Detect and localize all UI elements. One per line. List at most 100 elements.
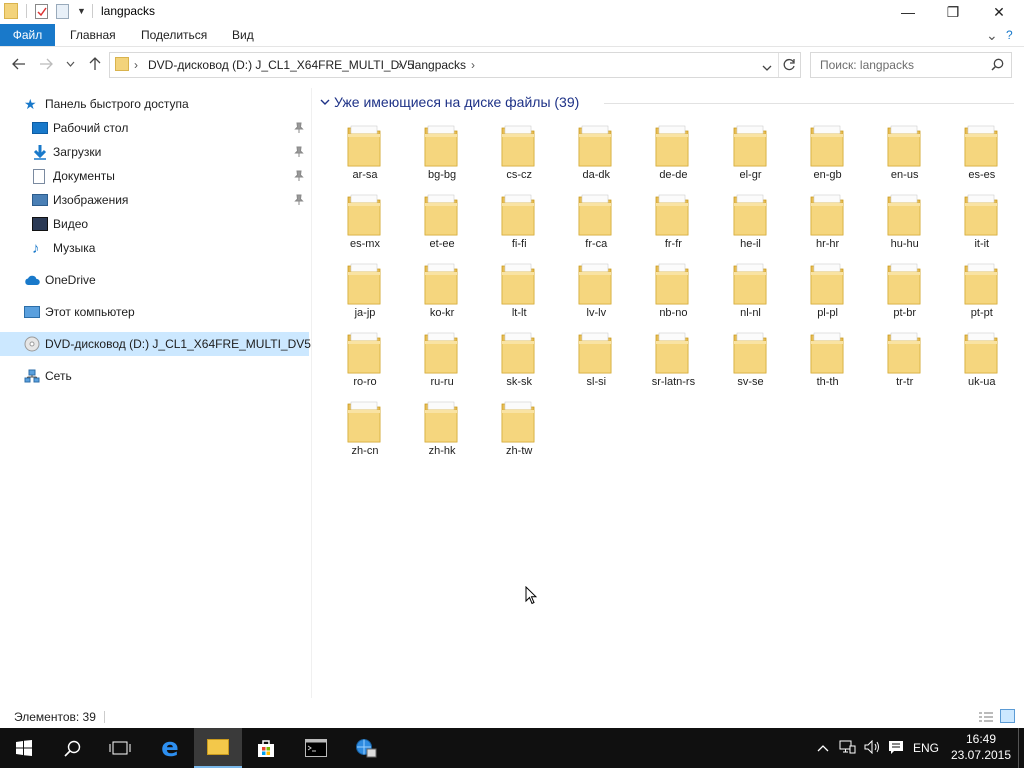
folder-item[interactable]: es-es xyxy=(947,118,1017,184)
sidebar-item-dvd-drive[interactable]: DVD-дисковод (D:) J_CL1_X64FRE_MULTI_DV5 xyxy=(0,332,311,356)
customize-dropdown-icon[interactable]: ▼ xyxy=(77,6,86,16)
folder-item[interactable]: ro-ro xyxy=(330,325,400,391)
new-folder-icon[interactable] xyxy=(56,3,69,19)
large-icons-view-icon[interactable] xyxy=(1000,709,1015,723)
search-input[interactable]: Поиск: langpacks xyxy=(810,52,1012,78)
clock-date[interactable]: 23.07.2015 xyxy=(948,748,1014,762)
folder-item[interactable]: et-ee xyxy=(407,187,477,253)
tray-chevron-up-icon[interactable] xyxy=(817,741,829,755)
folder-item[interactable]: hu-hu xyxy=(870,187,940,253)
folder-item[interactable]: ru-ru xyxy=(407,325,477,391)
folder-item[interactable]: pt-pt xyxy=(947,256,1017,322)
sidebar-item-quick-access[interactable]: ★ Панель быстрого доступа xyxy=(0,92,309,116)
folder-item[interactable]: sr-latn-rs xyxy=(638,325,708,391)
sidebar-item-desktop[interactable]: Рабочий стол xyxy=(0,116,309,140)
up-arrow-icon[interactable] xyxy=(86,55,104,73)
folder-item[interactable]: pl-pl xyxy=(793,256,863,322)
folder-item[interactable]: zh-cn xyxy=(330,394,400,460)
properties-icon[interactable] xyxy=(35,3,48,19)
task-view-button[interactable] xyxy=(96,728,144,768)
folder-item[interactable]: zh-tw xyxy=(484,394,554,460)
sidebar-item-video[interactable]: Видео xyxy=(0,212,309,236)
tab-view[interactable]: Вид xyxy=(232,24,254,46)
clock-time[interactable]: 16:49 xyxy=(955,732,1007,746)
action-center-icon[interactable] xyxy=(888,740,904,758)
edge-browser-button[interactable]: e xyxy=(146,728,194,768)
breadcrumb-separator[interactable]: › xyxy=(471,58,475,72)
folder-item[interactable]: es-mx xyxy=(330,187,400,253)
folder-item[interactable]: cs-cz xyxy=(484,118,554,184)
breadcrumb-separator[interactable]: › xyxy=(134,58,138,72)
folder-item[interactable]: en-us xyxy=(870,118,940,184)
show-desktop-button[interactable] xyxy=(1018,728,1019,768)
sidebar-item-pictures[interactable]: Изображения xyxy=(0,188,309,212)
maximize-button[interactable]: ❐ xyxy=(930,0,976,24)
volume-icon[interactable] xyxy=(864,739,882,757)
folder-item[interactable]: da-dk xyxy=(561,118,631,184)
folder-item[interactable]: pt-br xyxy=(870,256,940,322)
folder-item[interactable]: fr-fr xyxy=(638,187,708,253)
sidebar-item-network[interactable]: Сеть xyxy=(0,364,309,388)
folder-item[interactable]: en-gb xyxy=(793,118,863,184)
expand-ribbon-icon[interactable]: ⌄ xyxy=(986,24,998,46)
command-prompt-button[interactable] xyxy=(292,728,340,768)
tab-home[interactable]: Главная xyxy=(70,24,116,46)
folder-item[interactable]: hr-hr xyxy=(793,187,863,253)
minimize-button[interactable]: — xyxy=(885,0,931,24)
pin-icon[interactable] xyxy=(294,146,304,158)
folder-item[interactable]: sk-sk xyxy=(484,325,554,391)
folder-item[interactable]: fr-ca xyxy=(561,187,631,253)
refresh-icon[interactable] xyxy=(782,58,796,75)
folder-item[interactable]: lt-lt xyxy=(484,256,554,322)
address-bar[interactable]: › DVD-дисковод (D:) J_CL1_X64FRE_MULTI_D… xyxy=(109,52,801,78)
forward-arrow-icon[interactable] xyxy=(37,55,55,73)
start-button[interactable] xyxy=(0,728,48,768)
folder-item[interactable]: ar-sa xyxy=(330,118,400,184)
setup-app-button[interactable] xyxy=(342,728,390,768)
folder-item[interactable]: sv-se xyxy=(716,325,786,391)
folder-item[interactable]: tr-tr xyxy=(870,325,940,391)
folder-item[interactable]: lv-lv xyxy=(561,256,631,322)
breadcrumb-separator[interactable]: › xyxy=(398,58,402,72)
folder-item[interactable]: ja-jp xyxy=(330,256,400,322)
chevron-down-icon[interactable] xyxy=(320,99,330,106)
help-icon[interactable]: ? xyxy=(1006,24,1013,46)
sidebar-item-documents[interactable]: Документы xyxy=(0,164,309,188)
sidebar-item-onedrive[interactable]: OneDrive xyxy=(0,268,309,292)
folder-item[interactable]: it-it xyxy=(947,187,1017,253)
folder-item[interactable]: nb-no xyxy=(638,256,708,322)
breadcrumb-dvd[interactable]: DVD-дисковод (D:) J_CL1_X64FRE_MULTI_DV5 xyxy=(148,58,414,72)
pin-icon[interactable] xyxy=(294,122,304,134)
folder-item[interactable]: uk-ua xyxy=(947,325,1017,391)
pin-icon[interactable] xyxy=(294,194,304,206)
pin-icon[interactable] xyxy=(294,170,304,182)
recent-locations-icon[interactable] xyxy=(63,55,77,73)
tab-share[interactable]: Поделиться xyxy=(141,24,207,46)
pane-splitter[interactable] xyxy=(311,88,312,698)
close-button[interactable]: ✕ xyxy=(976,0,1022,24)
folder-item[interactable]: he-il xyxy=(716,187,786,253)
folder-item[interactable]: bg-bg xyxy=(407,118,477,184)
details-view-icon[interactable] xyxy=(978,711,994,726)
file-explorer-taskbar-button[interactable] xyxy=(194,728,242,768)
folder-item[interactable]: zh-hk xyxy=(407,394,477,460)
folder-item[interactable]: nl-nl xyxy=(716,256,786,322)
group-header[interactable]: Уже имеющиеся на диске файлы (39) xyxy=(320,94,579,110)
tab-file[interactable]: Файл xyxy=(0,24,55,46)
sidebar-item-music[interactable]: ♪ Музыка xyxy=(0,236,309,260)
sidebar-item-this-pc[interactable]: Этот компьютер xyxy=(0,300,309,324)
store-button[interactable] xyxy=(242,728,290,768)
back-arrow-icon[interactable] xyxy=(10,55,28,73)
search-icon[interactable] xyxy=(991,58,1004,74)
sidebar-item-downloads[interactable]: Загрузки xyxy=(0,140,309,164)
folder-item[interactable]: el-gr xyxy=(716,118,786,184)
folder-item[interactable]: sl-si xyxy=(561,325,631,391)
address-history-dropdown-icon[interactable] xyxy=(762,61,772,75)
folder-icon[interactable] xyxy=(4,3,18,19)
folder-item[interactable]: th-th xyxy=(793,325,863,391)
folder-item[interactable]: ko-kr xyxy=(407,256,477,322)
folder-item[interactable]: de-de xyxy=(638,118,708,184)
network-tray-icon[interactable] xyxy=(839,740,856,757)
folder-item[interactable]: fi-fi xyxy=(484,187,554,253)
breadcrumb-langpacks[interactable]: langpacks xyxy=(412,58,466,72)
